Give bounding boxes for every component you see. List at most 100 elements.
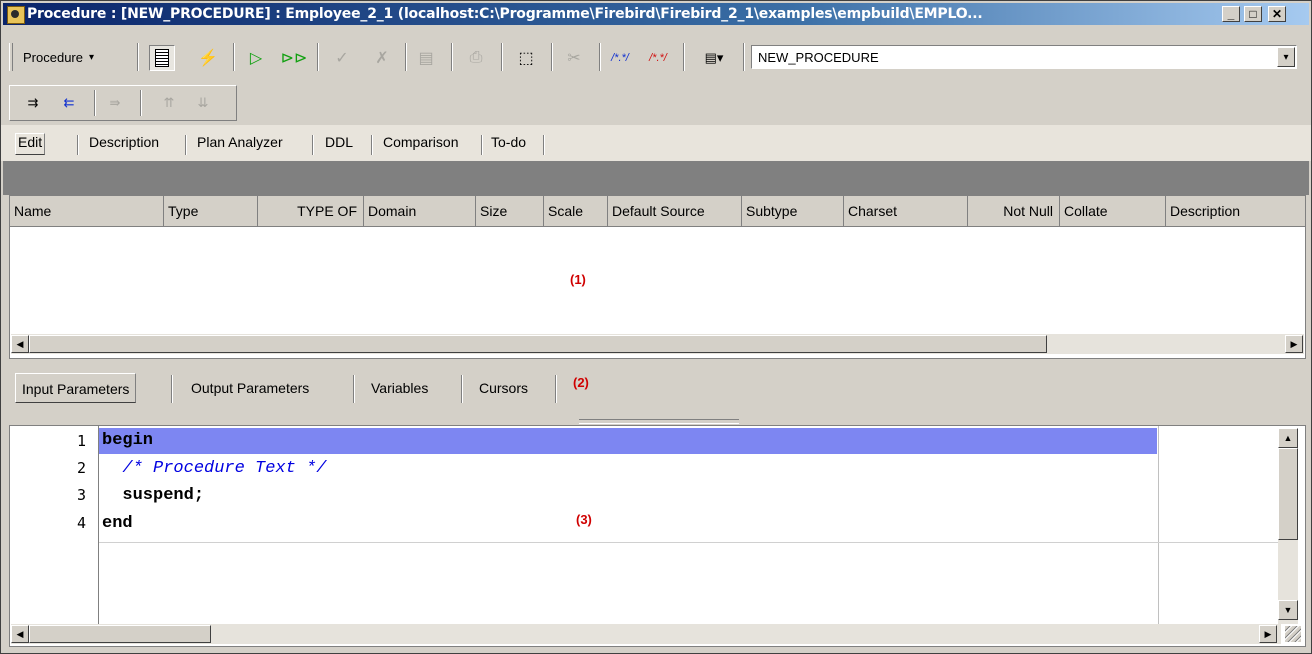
column-header-collate[interactable]: Collate [1060,196,1166,226]
procedure-app-icon [7,6,25,24]
export-icon: ⬚ [518,50,534,67]
wrench-icon: ✂ [567,50,581,67]
comment-button[interactable]: /*.*/ [607,45,633,71]
column-header-type-of[interactable]: TYPE OF [258,196,364,226]
toolbar-separator [599,43,601,71]
code-editor[interactable]: 1 2 3 4 begin /* Procedure Text */ suspe… [9,425,1306,647]
chevron-down-icon[interactable]: ▾ [1277,47,1295,67]
tab-variables[interactable]: Variables [371,373,428,403]
run-step-button[interactable]: ⊳⊳ [281,45,308,71]
column-header-size[interactable]: Size [476,196,544,226]
resize-grip[interactable] [1285,626,1301,642]
scroll-right-button[interactable]: ▶ [1285,335,1303,353]
grid-marker: (1) [570,272,586,287]
scroll-left-button[interactable]: ◀ [11,335,29,353]
template-menu-button[interactable]: ▤▾ [693,45,735,71]
column-header-default-source[interactable]: Default Source [608,196,742,226]
compile-button[interactable]: ⚡ [195,45,221,71]
grid-caption-band [3,161,1309,195]
editor-horizontal-scrollbar[interactable]: ◀ ▶ [11,624,1281,644]
play-icon: ▷ [249,50,263,67]
column-header-scale[interactable]: Scale [544,196,608,226]
run-button[interactable]: ▷ [243,45,269,71]
tab-to-do[interactable]: To-do [491,134,526,150]
scroll-thumb[interactable] [29,335,1047,353]
line-number-gutter: 1 2 3 4 [10,426,99,626]
pane-splitter[interactable] [579,419,739,424]
column-header-not-null[interactable]: Not Null [968,196,1060,226]
toolbar-grip[interactable] [9,43,13,71]
scroll-left-button[interactable]: ◀ [11,625,29,643]
export-button[interactable]: ⬚ [513,45,539,71]
uncomment-button[interactable]: /*.*/ [645,45,671,71]
tab-separator [171,375,173,403]
template-icon: ▤▾ [704,50,724,65]
procedure-menu-label: Procedure [23,49,83,65]
comment-icon: /*.*/ [611,52,629,64]
scroll-up-button[interactable]: ▲ [1278,428,1298,448]
code-line[interactable]: begin [102,431,153,450]
column-header-name[interactable]: Name [10,196,164,226]
tab-edit[interactable]: Edit [15,133,46,155]
close-button[interactable]: ✕ [1268,6,1286,22]
lightning-icon: ⚡ [198,50,218,67]
scroll-thumb[interactable] [1278,448,1298,540]
move-down-icon: ⇊ [197,95,209,110]
tab-input-parameters[interactable]: Input Parameters [15,373,137,403]
chevron-down-icon: ▾ [88,51,95,63]
toolbar-separator [94,90,96,116]
editor-vertical-scrollbar[interactable]: ▲ ▼ [1278,428,1298,624]
grid-header: Name Type TYPE OF Domain Size Scale Defa… [10,196,1305,227]
add-parameter-button[interactable]: ⇉ [20,90,46,116]
tools-button[interactable]: ✂ [561,45,587,71]
scroll-down-button[interactable]: ▼ [1278,600,1298,620]
column-header-type[interactable]: Type [164,196,258,226]
commit-button[interactable]: ✓ [329,45,355,71]
arrow-down-icon: ▼ [1283,605,1293,615]
procedure-menu-button[interactable]: Procedure ▾ [17,45,100,69]
object-selector-combo[interactable]: NEW_PROCEDURE ▾ [751,45,1297,69]
tab-plan-analyzer[interactable]: Plan Analyzer [197,134,283,150]
object-selector-value: NEW_PROCEDURE [758,50,879,65]
parameter-toolbar: ⇉ ⇇ ⇛ ⇈ ⇊ [9,85,237,121]
rollback-button[interactable]: ✗ [369,45,395,71]
document-icon [155,49,169,67]
printer-icon: ⎙ [469,49,483,66]
code-line[interactable]: suspend; [102,486,204,505]
toolbar-separator [683,43,685,71]
print-preview-button[interactable]: ▤ [413,45,439,71]
column-header-charset[interactable]: Charset [844,196,968,226]
toolbar-separator [743,43,745,71]
minimize-button[interactable]: _ [1222,6,1240,22]
insert-parameter-button[interactable]: ⇇ [56,90,82,116]
tab-output-parameters[interactable]: Output Parameters [191,373,309,403]
arrow-right-icon: ▶ [1290,339,1298,349]
column-header-subtype[interactable]: Subtype [742,196,844,226]
current-line-highlight [99,428,1157,454]
toolbar-separator [451,43,453,71]
tab-comparison[interactable]: Comparison [383,134,458,150]
scroll-thumb[interactable] [29,625,211,643]
tab-cursors[interactable]: Cursors [479,373,528,403]
tabs-marker: (2) [573,375,589,390]
move-down-button[interactable]: ⇊ [190,90,216,116]
tab-description[interactable]: Description [89,134,159,150]
parameters-grid[interactable]: Name Type TYPE OF Domain Size Scale Defa… [9,195,1306,359]
column-header-domain[interactable]: Domain [364,196,476,226]
scroll-right-button[interactable]: ▶ [1259,625,1277,643]
delete-parameter-button[interactable]: ⇛ [102,90,128,116]
tab-separator [555,375,557,403]
toolbar-separator [551,43,553,71]
column-header-description[interactable]: Description [1166,196,1305,226]
tab-separator [312,135,314,155]
show-grid-button[interactable] [149,45,175,71]
line-number: 2 [76,459,86,477]
title-bar[interactable]: Procedure : [NEW_PROCEDURE] : Employee_2… [3,3,1309,25]
tab-ddl[interactable]: DDL [325,134,353,150]
print-button[interactable]: ⎙ [463,45,489,71]
code-line[interactable]: /* Procedure Text */ [102,459,326,478]
move-up-button[interactable]: ⇈ [156,90,182,116]
code-line[interactable]: end [102,514,133,533]
maximize-button[interactable]: □ [1244,6,1262,22]
grid-horizontal-scrollbar[interactable]: ◀ ▶ [11,334,1304,354]
